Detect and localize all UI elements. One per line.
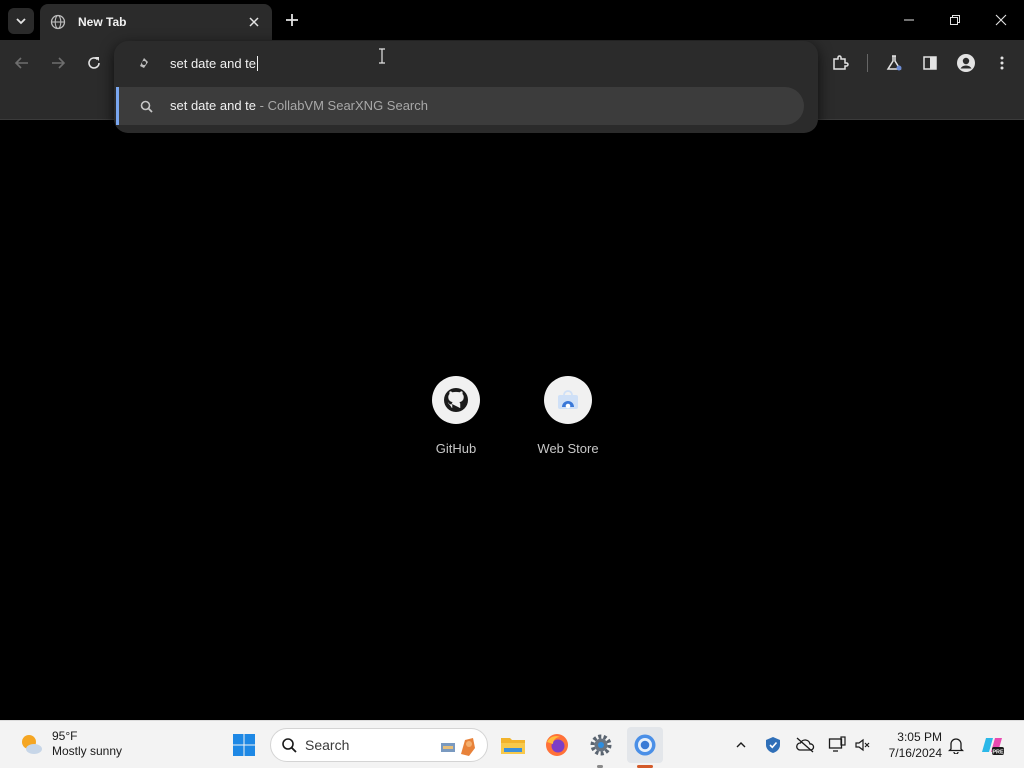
close-window-button[interactable] [987, 6, 1015, 34]
tab-strip: New Tab [0, 0, 1024, 40]
puzzle-icon [833, 55, 849, 70]
copilot-icon: PRE [982, 738, 1004, 756]
forward-button[interactable] [44, 49, 72, 77]
folder-icon [501, 738, 525, 754]
bell-icon [948, 738, 964, 754]
sun-cloud-icon [22, 735, 42, 754]
omnibox-suggestion[interactable]: set date and te - CollabVM SearXNG Searc… [116, 87, 804, 125]
weather-text: 95°F Mostly sunny [52, 729, 122, 759]
search-highlight-icon [441, 738, 475, 756]
search-icon [138, 98, 154, 114]
menu-button[interactable] [988, 49, 1016, 77]
notifications-button[interactable] [944, 733, 968, 757]
suggestion-query: set date and te [170, 98, 257, 113]
tab-search-button[interactable] [8, 8, 34, 34]
side-panel-icon [923, 56, 937, 70]
svg-text:PRE: PRE [992, 750, 1004, 756]
tab-new-tab[interactable]: New Tab [40, 4, 272, 40]
firefox-button[interactable] [539, 727, 575, 763]
ibeam-cursor-icon [379, 48, 385, 64]
onedrive-tray-icon[interactable] [793, 733, 817, 757]
security-tray-icon[interactable] [761, 733, 785, 757]
display-icon [828, 736, 846, 752]
shortcut-label: GitHub [435, 441, 477, 456]
profile-button[interactable] [952, 49, 980, 77]
shield-icon [766, 737, 780, 753]
toolbar-divider [867, 54, 868, 72]
arrow-left-icon [14, 57, 28, 69]
gear-icon [590, 734, 612, 756]
weather-widget[interactable]: 95°F Mostly sunny [18, 729, 122, 759]
close-tab-icon[interactable] [246, 14, 262, 30]
file-explorer-button[interactable] [495, 727, 531, 763]
web-store-icon [544, 376, 592, 424]
chevron-up-icon [736, 742, 746, 748]
start-button[interactable] [226, 727, 262, 763]
shortcut-web-store[interactable]: Web Store [520, 376, 616, 456]
clock-time: 3:05 PM [897, 730, 942, 744]
shortcut-github[interactable]: GitHub [408, 376, 504, 456]
taskbar-search-label: Search [305, 737, 350, 753]
restore-icon [950, 15, 960, 25]
chrome-icon [634, 734, 656, 756]
kebab-menu-icon [1000, 56, 1004, 70]
text-caret [257, 55, 259, 71]
suggestion-text: set date and te - CollabVM SearXNG Searc… [170, 98, 428, 113]
suggestion-engine: CollabVM SearXNG Search [267, 98, 428, 113]
weather-condition: Mostly sunny [52, 744, 123, 758]
back-button[interactable] [8, 49, 36, 77]
suggestion-separator: - [256, 98, 268, 113]
weather-temp: 95°F [52, 729, 78, 743]
show-hidden-icons-button[interactable] [729, 733, 753, 757]
volume-muted-icon [855, 738, 870, 752]
address-bar-value: set date and te [170, 55, 257, 71]
search-icon [282, 738, 297, 753]
plus-icon [286, 14, 298, 26]
minimize-icon [904, 19, 914, 21]
taskbar: 95°F Mostly sunny Search 3:05 PM 7/16/20… [0, 720, 1024, 768]
settings-button[interactable] [583, 727, 619, 763]
taskbar-clock[interactable]: 3:05 PM 7/16/2024 [880, 729, 942, 761]
cloud-off-icon [796, 737, 815, 753]
close-icon [995, 14, 1007, 26]
restore-button[interactable] [941, 6, 969, 34]
tab-title: New Tab [78, 15, 127, 29]
chevron-down-icon [16, 18, 26, 25]
new-tab-button[interactable] [281, 9, 303, 31]
suggestion-selected-indicator [116, 87, 119, 125]
extensions-button[interactable] [826, 49, 854, 77]
github-icon [432, 376, 480, 424]
reload-button[interactable] [80, 49, 108, 77]
clock-date: 7/16/2024 [888, 746, 942, 760]
reload-icon [88, 57, 100, 69]
flask-icon [886, 55, 902, 71]
chrome-button[interactable] [627, 727, 663, 763]
shortcut-label: Web Store [537, 441, 599, 456]
globe-icon [50, 14, 66, 30]
windows-logo-icon [233, 734, 255, 756]
taskbar-search[interactable]: Search [270, 728, 488, 762]
omnibox-popup: set date and te set date and te - Collab… [114, 41, 818, 133]
minimize-button[interactable] [895, 6, 923, 34]
volume-tray-icon[interactable] [851, 733, 875, 757]
side-panel-button[interactable] [916, 49, 944, 77]
copilot-button[interactable]: PRE [978, 733, 1006, 757]
network-tray-icon[interactable] [825, 733, 849, 757]
labs-button[interactable] [880, 49, 908, 77]
address-bar-input[interactable]: set date and te [170, 53, 259, 73]
avatar-icon [957, 54, 975, 72]
arrow-right-icon [52, 57, 66, 69]
search-engine-icon [136, 55, 152, 71]
firefox-icon [546, 734, 568, 756]
